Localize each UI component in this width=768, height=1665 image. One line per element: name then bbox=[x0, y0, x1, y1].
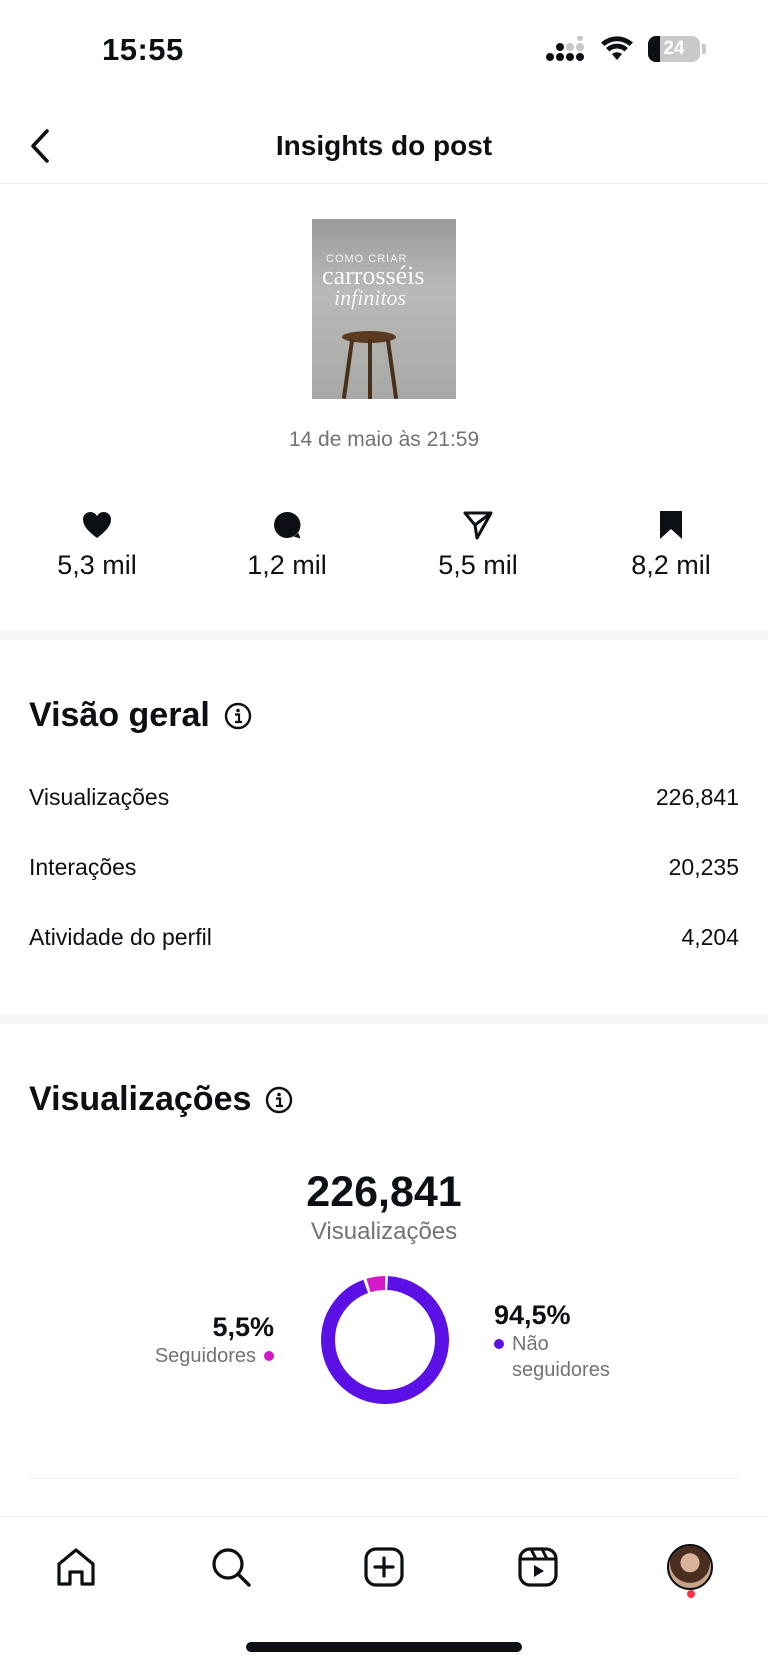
metric-label: Interações bbox=[29, 854, 137, 880]
header: Insights do post bbox=[0, 110, 768, 184]
section-divider-line bbox=[29, 1478, 739, 1479]
battery-tip bbox=[702, 44, 706, 54]
post-thumbnail[interactable]: COMO CRIAR carrosséis infinitos bbox=[312, 219, 456, 399]
stool-leg bbox=[385, 339, 399, 399]
thumbnail-text: infinitos bbox=[334, 285, 407, 310]
post-date: 14 de maio às 21:59 bbox=[288, 428, 480, 451]
page-title: Insights do post bbox=[275, 130, 493, 161]
nonfollowers-label: seguidores bbox=[512, 1359, 610, 1381]
metric-value: 4,204 bbox=[681, 924, 739, 950]
comments-count: 1,2 mil bbox=[247, 550, 327, 580]
stat-saves: 8,2 mil bbox=[591, 508, 751, 581]
metric-value: 226,841 bbox=[655, 784, 739, 810]
tab-home[interactable] bbox=[48, 1539, 104, 1595]
share-icon bbox=[463, 511, 493, 540]
metric-row-profile-activity[interactable]: Atividade do perfil 4,204 bbox=[29, 924, 739, 951]
views-title: Visualizações bbox=[29, 1080, 293, 1119]
nonfollowers-percentage: 94,5% bbox=[494, 1300, 571, 1330]
metric-row-views[interactable]: Visualizações 226,841 bbox=[29, 784, 739, 811]
metric-value: 20,235 bbox=[668, 854, 739, 880]
donut-slice-nonfollowers bbox=[321, 1276, 449, 1404]
followers-label: Seguidores bbox=[154, 1345, 256, 1367]
metric-label: Atividade do perfil bbox=[29, 924, 212, 950]
profile-avatar bbox=[667, 1544, 713, 1590]
status-bar: 15:55 24 bbox=[0, 0, 768, 100]
home-icon bbox=[57, 1548, 95, 1586]
info-icon[interactable] bbox=[224, 702, 252, 730]
section-divider bbox=[0, 630, 768, 640]
comment-icon bbox=[274, 511, 301, 539]
followers-legend: 5,5% Seguidores bbox=[155, 1312, 274, 1369]
shares-count: 5,5 mil bbox=[438, 550, 518, 580]
nonfollowers-legend: 94,5% Não seguidores bbox=[494, 1300, 610, 1383]
saves-count: 8,2 mil bbox=[631, 550, 711, 580]
info-circle-icon bbox=[224, 702, 252, 729]
stat-likes: 5,3 mil bbox=[17, 508, 177, 581]
stool-leg bbox=[368, 339, 372, 399]
wifi-icon bbox=[601, 36, 633, 60]
notification-dot bbox=[687, 1590, 695, 1598]
metric-label: Visualizações bbox=[29, 784, 170, 810]
create-icon bbox=[364, 1547, 404, 1587]
info-icon[interactable] bbox=[265, 1086, 293, 1114]
nonfollowers-label: Não bbox=[512, 1333, 549, 1355]
signal-icon bbox=[546, 36, 584, 61]
overview-title: Visão geral bbox=[29, 696, 252, 735]
followers-dot bbox=[264, 1351, 274, 1361]
tab-reels[interactable] bbox=[510, 1539, 566, 1595]
stat-comments: 1,2 mil bbox=[207, 508, 367, 581]
overview-heading: Visão geral bbox=[29, 696, 210, 734]
metric-row-interactions[interactable]: Interações 20,235 bbox=[29, 854, 739, 881]
heart-icon bbox=[83, 512, 111, 538]
battery-level: 24 bbox=[663, 38, 685, 59]
tab-create[interactable] bbox=[356, 1539, 412, 1595]
battery-icon: 24 bbox=[648, 36, 700, 62]
followers-percentage: 5,5% bbox=[212, 1312, 274, 1342]
bookmark-icon bbox=[660, 511, 682, 539]
thumbnail-text: carrosséis bbox=[322, 261, 425, 290]
status-icons: 24 bbox=[546, 36, 706, 62]
section-divider bbox=[0, 1014, 768, 1024]
likes-count: 5,3 mil bbox=[57, 550, 137, 580]
home-indicator bbox=[246, 1642, 522, 1652]
info-circle-icon bbox=[266, 1086, 293, 1113]
nonfollowers-dot bbox=[494, 1339, 504, 1349]
views-heading: Visualizações bbox=[29, 1080, 252, 1118]
tab-profile[interactable] bbox=[662, 1539, 718, 1595]
stat-shares: 5,5 mil bbox=[398, 508, 558, 581]
status-time: 15:55 bbox=[102, 32, 184, 67]
views-total-label: Visualizações bbox=[310, 1218, 458, 1245]
reels-icon bbox=[518, 1547, 558, 1587]
views-donut-chart bbox=[321, 1276, 449, 1404]
views-total: 226,841 bbox=[306, 1168, 462, 1216]
search-icon bbox=[212, 1548, 251, 1587]
tab-search[interactable] bbox=[203, 1539, 259, 1595]
stool-leg bbox=[341, 339, 355, 399]
